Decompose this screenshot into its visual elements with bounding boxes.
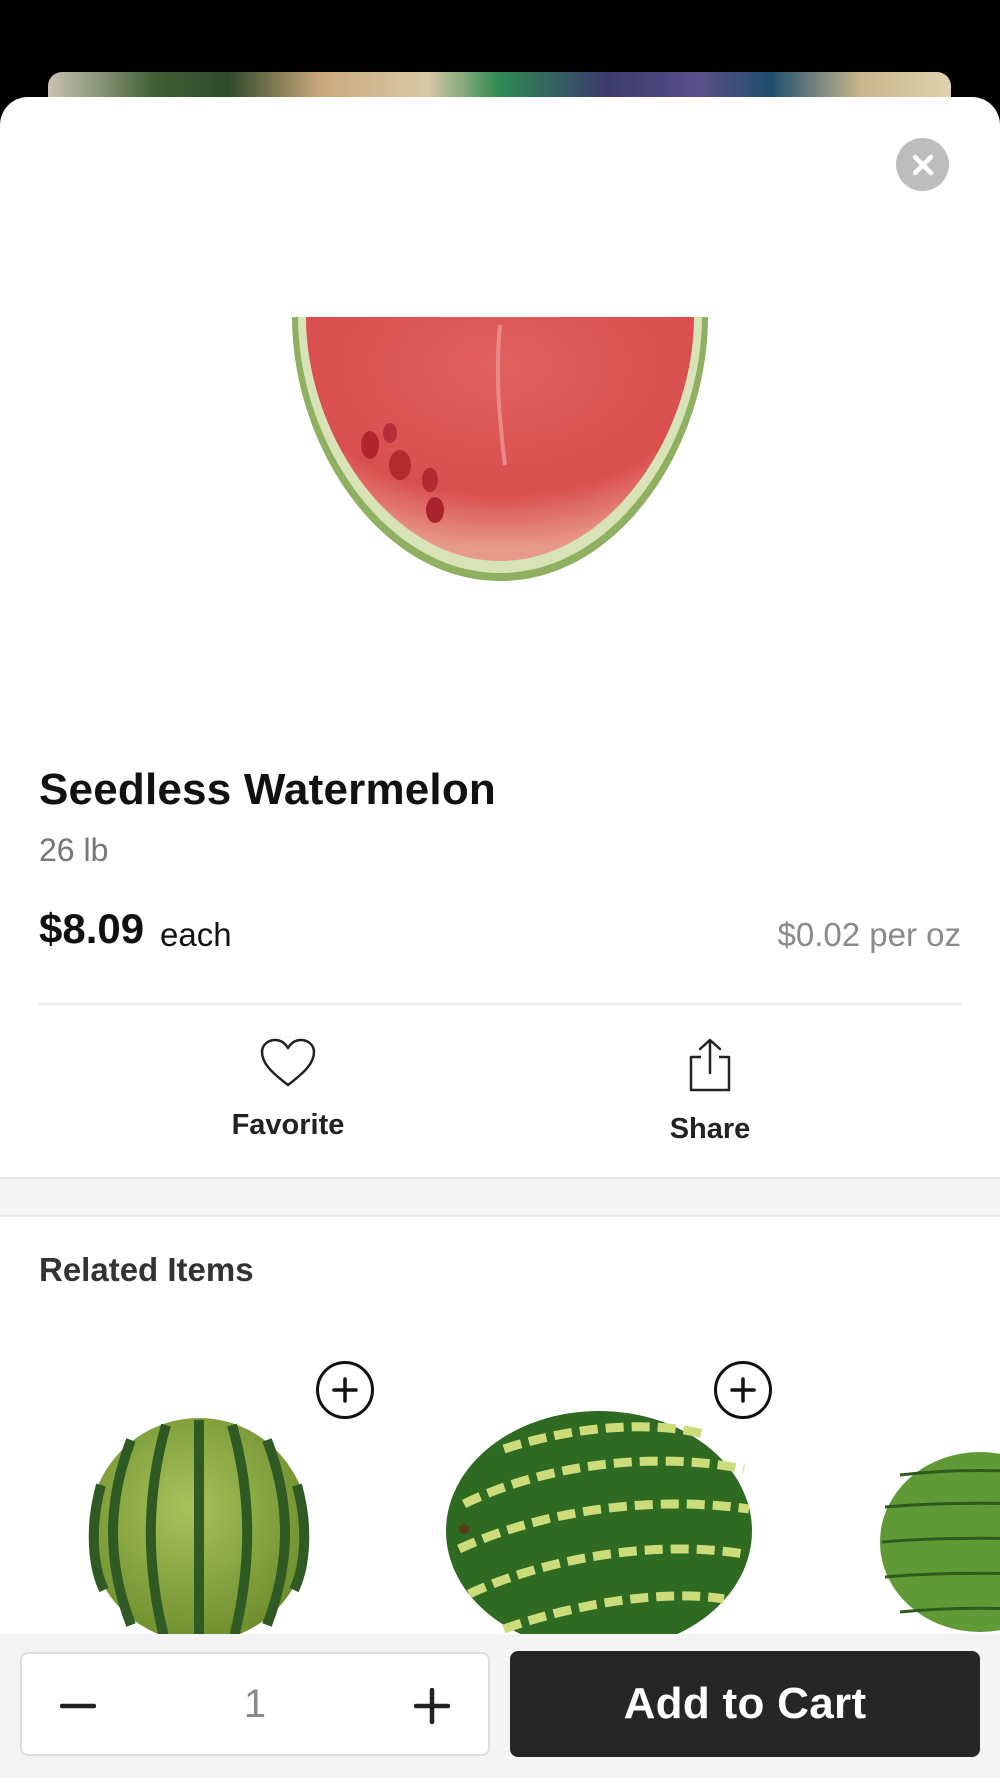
product-detail-sheet: Seedless Watermelon 26 lb $8.09 each $0.… — [0, 97, 1000, 1778]
price-unit-label: each — [160, 916, 232, 953]
related-item-add-button[interactable] — [316, 1361, 374, 1419]
related-item-image[interactable] — [880, 1447, 1000, 1637]
unit-price: $0.02 per oz — [777, 916, 961, 953]
close-button[interactable] — [896, 138, 949, 191]
price-row: $8.09 each $0.02 per oz — [39, 905, 961, 961]
related-item-image[interactable] — [86, 1415, 312, 1635]
plus-icon — [414, 1688, 450, 1724]
bottom-cart-bar: 1 Add to Cart — [0, 1634, 1000, 1778]
share-button[interactable]: Share — [590, 1037, 830, 1152]
related-items-title: Related Items — [39, 1251, 254, 1288]
quantity-stepper: 1 — [20, 1652, 490, 1756]
favorite-button[interactable]: Favorite — [168, 1037, 408, 1152]
share-label: Share — [669, 1113, 751, 1145]
favorite-label: Favorite — [231, 1109, 345, 1141]
close-icon — [912, 154, 933, 175]
plus-icon — [730, 1377, 756, 1403]
plus-icon — [332, 1377, 358, 1403]
minus-icon — [60, 1703, 96, 1709]
decrease-quantity-button[interactable] — [50, 1678, 106, 1734]
product-price: $8.09 — [39, 905, 145, 952]
related-item-image[interactable] — [444, 1409, 754, 1637]
add-to-cart-button[interactable]: Add to Cart — [510, 1651, 980, 1757]
divider — [39, 1003, 961, 1005]
product-image — [292, 317, 708, 581]
section-separator — [0, 1177, 1000, 1217]
product-title: Seedless Watermelon — [39, 765, 497, 814]
product-size: 26 lb — [39, 832, 109, 868]
heart-icon — [260, 1038, 316, 1087]
share-icon — [689, 1038, 731, 1092]
increase-quantity-button[interactable] — [404, 1678, 460, 1734]
